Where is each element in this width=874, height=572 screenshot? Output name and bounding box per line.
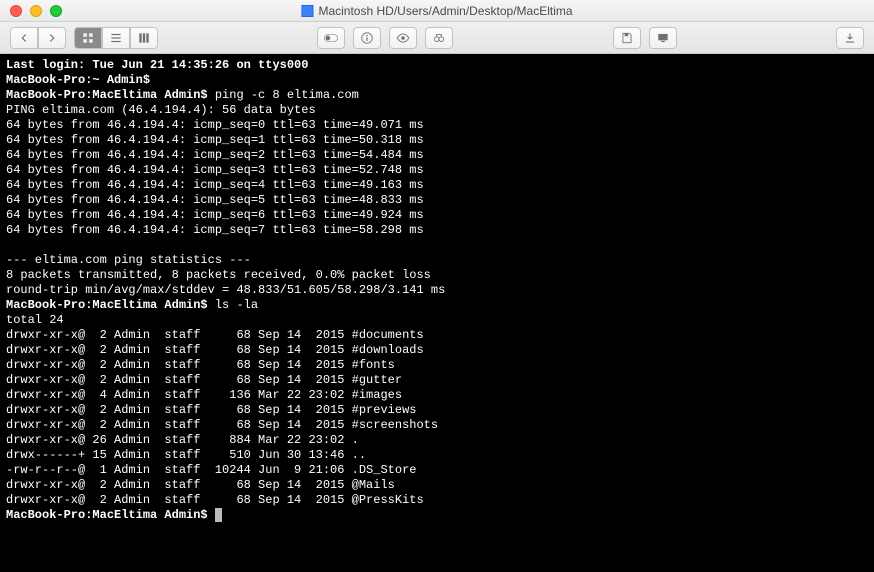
view-group	[74, 27, 158, 49]
save-icon	[620, 31, 634, 45]
info-icon	[360, 31, 374, 45]
ls-line: drwxr-xr-x@ 2 Admin staff 68 Sep 14 2015…	[6, 328, 424, 342]
binoculars-icon	[432, 31, 446, 45]
terminal-output[interactable]: Last login: Tue Jun 21 14:35:26 on ttys0…	[0, 54, 874, 572]
save-button[interactable]	[613, 27, 641, 49]
ls-line: drwxr-xr-x@ 2 Admin staff 68 Sep 14 2015…	[6, 373, 402, 387]
stats-summary: 8 packets transmitted, 8 packets receive…	[6, 268, 431, 282]
ping-line: 64 bytes from 46.4.194.4: icmp_seq=1 ttl…	[6, 133, 424, 147]
minimize-button[interactable]	[30, 5, 42, 17]
nav-group	[10, 27, 66, 49]
view-grid-button[interactable]	[74, 27, 102, 49]
close-button[interactable]	[10, 5, 22, 17]
ping-line: 64 bytes from 46.4.194.4: icmp_seq=5 ttl…	[6, 193, 424, 207]
traffic-lights	[0, 5, 62, 17]
app-icon	[301, 5, 313, 17]
ls-line: drwxr-xr-x@ 2 Admin staff 68 Sep 14 2015…	[6, 478, 395, 492]
ls-line: drwxr-xr-x@ 2 Admin staff 68 Sep 14 2015…	[6, 493, 424, 507]
ls-line: drwxr-xr-x@ 2 Admin staff 68 Sep 14 2015…	[6, 343, 424, 357]
grid-icon	[81, 31, 95, 45]
info-button[interactable]	[353, 27, 381, 49]
chevron-left-icon	[17, 31, 31, 45]
ls-line: drwxr-xr-x@ 2 Admin staff 68 Sep 14 2015…	[6, 403, 416, 417]
toolbar	[0, 22, 874, 54]
window-titlebar: Macintosh HD/Users/Admin/Desktop/MacElti…	[0, 0, 874, 22]
download-icon	[843, 31, 857, 45]
monitor-icon	[656, 31, 670, 45]
last-login-line: Last login: Tue Jun 21 14:35:26 on ttys0…	[6, 58, 308, 72]
columns-icon	[137, 31, 151, 45]
view-list-button[interactable]	[102, 27, 130, 49]
prompt-line: MacBook-Pro:MacEltima Admin$ ping -c 8 e…	[6, 88, 359, 102]
forward-button[interactable]	[38, 27, 66, 49]
ls-line: drwxr-xr-x@ 26 Admin staff 884 Mar 22 23…	[6, 433, 359, 447]
window-title: Macintosh HD/Users/Admin/Desktop/MacElti…	[301, 4, 572, 18]
eye-icon	[396, 31, 410, 45]
toggle-button[interactable]	[317, 27, 345, 49]
ls-total: total 24	[6, 313, 64, 327]
back-button[interactable]	[10, 27, 38, 49]
stats-rtt: round-trip min/avg/max/stddev = 48.833/5…	[6, 283, 445, 297]
title-text: Macintosh HD/Users/Admin/Desktop/MacElti…	[318, 4, 572, 18]
chevron-right-icon	[45, 31, 59, 45]
preview-button[interactable]	[389, 27, 417, 49]
ping-line: 64 bytes from 46.4.194.4: icmp_seq=3 ttl…	[6, 163, 424, 177]
ping-line: 64 bytes from 46.4.194.4: icmp_seq=7 ttl…	[6, 223, 424, 237]
ping-line: 64 bytes from 46.4.194.4: icmp_seq=2 ttl…	[6, 148, 424, 162]
ls-line: drwxr-xr-x@ 2 Admin staff 68 Sep 14 2015…	[6, 418, 438, 432]
prompt-line: MacBook-Pro:~ Admin$	[6, 73, 157, 87]
download-button[interactable]	[836, 27, 864, 49]
stats-header: --- eltima.com ping statistics ---	[6, 253, 251, 267]
ping-line: 64 bytes from 46.4.194.4: icmp_seq=0 ttl…	[6, 118, 424, 132]
toggle-icon	[324, 31, 338, 45]
prompt-line: MacBook-Pro:MacEltima Admin$	[6, 508, 222, 522]
view-column-button[interactable]	[130, 27, 158, 49]
ping-header: PING eltima.com (46.4.194.4): 56 data by…	[6, 103, 316, 117]
search-button[interactable]	[425, 27, 453, 49]
ping-line: 64 bytes from 46.4.194.4: icmp_seq=6 ttl…	[6, 208, 424, 222]
list-icon	[109, 31, 123, 45]
ls-line: drwxr-xr-x@ 2 Admin staff 68 Sep 14 2015…	[6, 358, 395, 372]
monitor-button[interactable]	[649, 27, 677, 49]
ls-line: -rw-r--r--@ 1 Admin staff 10244 Jun 9 21…	[6, 463, 416, 477]
ls-line: drwx------+ 15 Admin staff 510 Jun 30 13…	[6, 448, 366, 462]
ls-line: drwxr-xr-x@ 4 Admin staff 136 Mar 22 23:…	[6, 388, 402, 402]
prompt-line: MacBook-Pro:MacEltima Admin$ ls -la	[6, 298, 258, 312]
cursor	[215, 508, 222, 522]
maximize-button[interactable]	[50, 5, 62, 17]
ping-line: 64 bytes from 46.4.194.4: icmp_seq=4 ttl…	[6, 178, 424, 192]
